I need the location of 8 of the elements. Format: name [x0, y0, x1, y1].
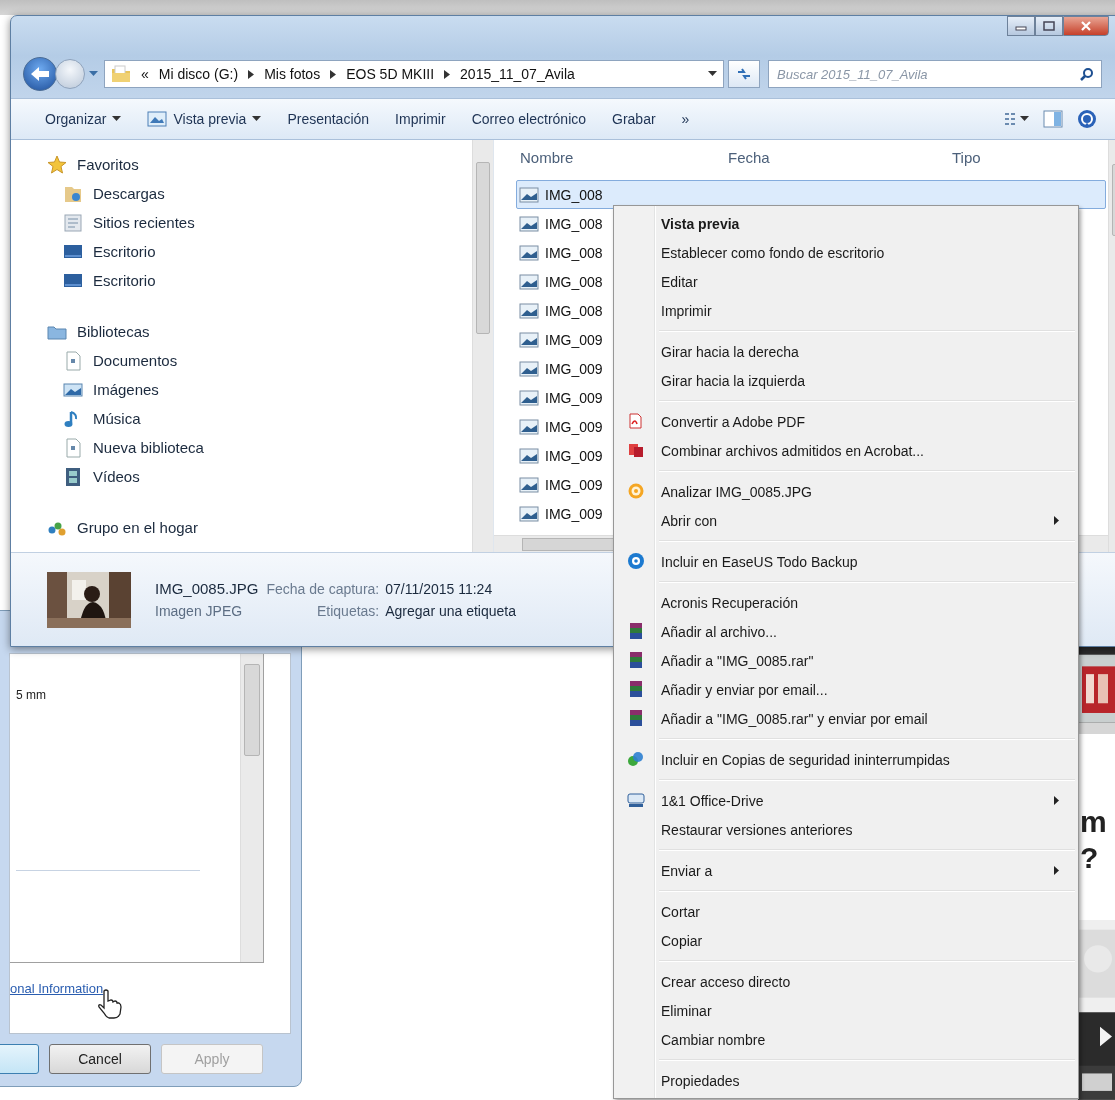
property-value: 07/11/2015 11:24: [385, 580, 494, 597]
page-text: ?: [1080, 840, 1099, 877]
list-text: 5 mm: [16, 688, 46, 702]
property-label: Etiquetas:: [316, 602, 380, 619]
file-name: IMG_0085.JPG: [155, 580, 259, 597]
page-text: m: [1080, 804, 1107, 841]
file-type: Imagen JPEG: [155, 603, 243, 619]
property-label: Fecha de captura:: [266, 580, 380, 597]
